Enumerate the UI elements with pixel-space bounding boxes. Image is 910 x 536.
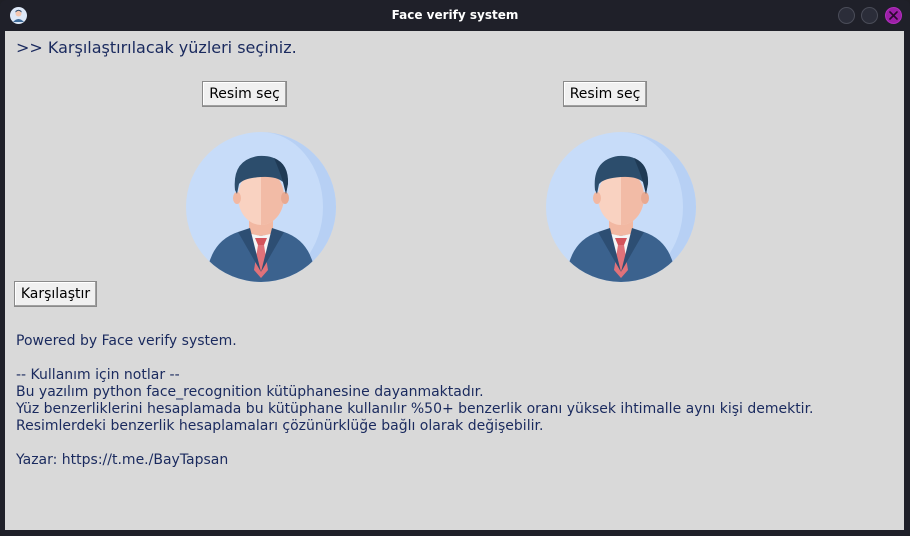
user-avatar-icon	[186, 132, 336, 282]
author-text: Yazar: https://t.me./BayTapsan	[16, 452, 229, 468]
select-image-left-button[interactable]: Resim seç	[202, 81, 287, 107]
close-icon	[889, 11, 898, 20]
instruction-text: >> Karşılaştırılacak yüzleri seçiniz.	[16, 38, 297, 57]
maximize-button[interactable]	[861, 7, 878, 24]
window-title: Face verify system	[391, 8, 519, 22]
note-line-3: Resimlerdeki benzerlik hesaplamaları çöz…	[16, 418, 544, 434]
compare-button[interactable]: Karşılaştır	[14, 281, 97, 307]
powered-by-text: Powered by Face verify system.	[16, 333, 237, 349]
client-area: >> Karşılaştırılacak yüzleri seçiniz. Re…	[5, 31, 904, 530]
note-line-1: Bu yazılım python face_recognition kütüp…	[16, 384, 484, 400]
note-line-2: Yüz benzerliklerini hesaplamada bu kütüp…	[16, 401, 814, 417]
select-image-right-button[interactable]: Resim seç	[563, 81, 647, 107]
title-bar[interactable]: Face verify system	[0, 0, 910, 31]
close-button[interactable]	[885, 7, 902, 24]
user-avatar-icon	[546, 132, 696, 282]
notes-title: -- Kullanım için notlar --	[16, 367, 180, 383]
minimize-button[interactable]	[838, 7, 855, 24]
app-window: Face verify system >> Karşılaştırılacak …	[0, 0, 910, 536]
